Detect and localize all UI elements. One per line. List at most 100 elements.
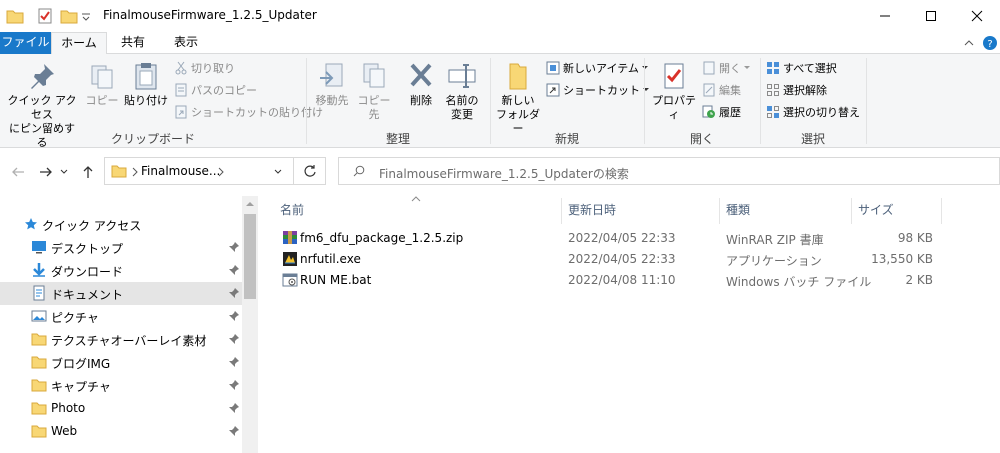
winrar-archive-icon: [283, 231, 297, 244]
nav-item-web[interactable]: Web: [0, 420, 242, 443]
delete-label: 削除: [410, 94, 432, 107]
breadcrumb-chevron-icon[interactable]: [217, 167, 225, 177]
file-row[interactable]: RUN ME.bat 2022/04/08 11:10 Windows バッチ …: [276, 270, 942, 291]
delete-x-icon: [410, 63, 432, 87]
copy-path-icon: [175, 83, 187, 97]
up-button[interactable]: [78, 162, 98, 182]
new-item-button[interactable]: 新しいアイテム: [546, 58, 652, 78]
minimize-button[interactable]: [862, 0, 908, 32]
new-folder-quick-icon[interactable]: [60, 7, 78, 25]
close-button[interactable]: [954, 0, 1000, 32]
tab-file[interactable]: ファイル: [0, 32, 51, 54]
address-bar[interactable]: Finalmouse...: [104, 157, 326, 185]
ribbon-group-separator: [866, 58, 867, 144]
file-row[interactable]: nrfutil.exe 2022/04/05 22:33 アプリケーション 13…: [276, 249, 942, 270]
pin-icon[interactable]: [228, 241, 240, 253]
search-box[interactable]: FinalmouseFirmware_1.2.5_Updaterの検索: [338, 157, 1000, 185]
tab-home[interactable]: ホーム: [51, 32, 107, 55]
rename-button[interactable]: 名前の 変更: [442, 60, 482, 122]
maximize-button[interactable]: [908, 0, 954, 32]
pin-icon[interactable]: [228, 379, 240, 391]
nav-item-blog-img[interactable]: ブログIMG: [0, 351, 242, 374]
column-header-date[interactable]: 更新日時: [568, 200, 718, 222]
copy-icon: [91, 65, 113, 89]
breadcrumb-folder[interactable]: Finalmouse...: [141, 164, 220, 178]
address-history-chevron-icon[interactable]: [273, 167, 283, 177]
edit-icon: [703, 83, 715, 97]
pin-icon[interactable]: [228, 425, 240, 437]
open-button[interactable]: 開く: [702, 58, 754, 78]
pin-icon[interactable]: [228, 310, 240, 322]
minimize-icon: [880, 15, 890, 17]
select-all-button[interactable]: すべて選択: [766, 58, 837, 78]
cut-button[interactable]: 切り取り: [174, 58, 235, 78]
copy-path-label: パスのコピー: [191, 84, 257, 97]
column-header-type[interactable]: 種類: [726, 200, 850, 222]
new-folder-label-line-1: 新しい: [501, 94, 535, 107]
properties-label: プロパティ: [652, 94, 696, 121]
pin-icon[interactable]: [228, 333, 240, 345]
nav-quick-access[interactable]: クイック アクセス: [0, 213, 242, 236]
column-separator[interactable]: [941, 198, 942, 224]
history-button[interactable]: 履歴: [702, 102, 741, 122]
nav-item-capture[interactable]: キャプチャ: [0, 374, 242, 397]
move-to-button[interactable]: 移動先: [312, 60, 352, 108]
nav-item-texture-overlay[interactable]: テクスチャオーバーレイ素材: [0, 328, 242, 351]
invert-selection-button[interactable]: 選択の切り替え: [766, 102, 860, 122]
new-folder-button[interactable]: 新しい フォルダー: [494, 60, 542, 136]
rename-label-line-1: 名前の: [445, 94, 479, 107]
recent-locations-button[interactable]: [58, 162, 70, 182]
move-to-label: 移動先: [315, 94, 349, 107]
new-item-icon: [546, 61, 560, 75]
properties-button[interactable]: プロパティ: [650, 60, 698, 122]
edit-button[interactable]: 編集: [702, 80, 741, 100]
column-header-size[interactable]: サイズ: [858, 200, 942, 222]
nav-item-pictures[interactable]: ピクチャ: [0, 305, 242, 328]
customize-toolbar-chevron-icon[interactable]: [80, 7, 92, 25]
nav-item-photo[interactable]: Photo: [0, 397, 242, 420]
quick-access-label: クイック アクセス: [42, 219, 142, 233]
column-separator[interactable]: [719, 198, 720, 224]
tab-share[interactable]: 共有: [112, 32, 154, 54]
column-header-name[interactable]: 名前: [280, 200, 560, 222]
pin-icon[interactable]: [228, 356, 240, 368]
rename-icon: [448, 64, 476, 88]
refresh-icon[interactable]: [303, 164, 317, 178]
select-none-button[interactable]: 選択解除: [766, 80, 827, 100]
documents-icon: [33, 285, 45, 301]
scissors-icon: [175, 61, 187, 75]
help-icon[interactable]: ?: [982, 35, 998, 51]
back-button[interactable]: [8, 162, 28, 182]
file-row[interactable]: fm6_dfu_package_1.2.5.zip 2022/04/05 22:…: [276, 228, 942, 249]
properties-quick-icon[interactable]: [36, 7, 54, 25]
column-separator[interactable]: [851, 198, 852, 224]
nav-pane-scrollbar-thumb[interactable]: [244, 214, 256, 299]
forward-button[interactable]: [36, 162, 56, 182]
column-separator[interactable]: [561, 198, 562, 224]
copy-path-button[interactable]: パスのコピー: [174, 80, 257, 100]
nav-item-label: ブログIMG: [51, 357, 111, 371]
pin-icon[interactable]: [228, 402, 240, 414]
nav-item-desktop[interactable]: デスクトップ: [0, 236, 242, 259]
copy-label: コピー: [85, 94, 119, 107]
scroll-up-arrow-icon[interactable]: [246, 201, 254, 207]
download-icon: [33, 263, 45, 277]
nav-item-downloads[interactable]: ダウンロード: [0, 259, 242, 282]
pin-icon[interactable]: [228, 287, 240, 299]
paste-label: 貼り付け: [124, 94, 168, 107]
copy-to-button[interactable]: コピー先: [354, 60, 394, 122]
title-bar: FinalmouseFirmware_1.2.5_Updater: [0, 0, 1000, 32]
file-name: nrfutil.exe: [300, 252, 361, 266]
paste-button[interactable]: 貼り付け: [124, 60, 168, 108]
file-date: 2022/04/05 22:33: [568, 231, 676, 245]
nav-item-documents[interactable]: ドキュメント: [0, 282, 242, 305]
folder-icon: [111, 165, 127, 178]
easy-access-shortcut-button[interactable]: ショートカット: [546, 80, 653, 100]
tab-view[interactable]: 表示: [164, 32, 208, 54]
copy-button[interactable]: コピー: [84, 60, 120, 108]
pin-icon[interactable]: [228, 264, 240, 276]
breadcrumb-chevron-icon[interactable]: [131, 167, 139, 177]
collapse-ribbon-chevron-icon[interactable]: [961, 35, 977, 51]
delete-button[interactable]: 削除: [404, 60, 438, 108]
paste-shortcut-button[interactable]: ショートカットの貼り付け: [174, 102, 323, 122]
